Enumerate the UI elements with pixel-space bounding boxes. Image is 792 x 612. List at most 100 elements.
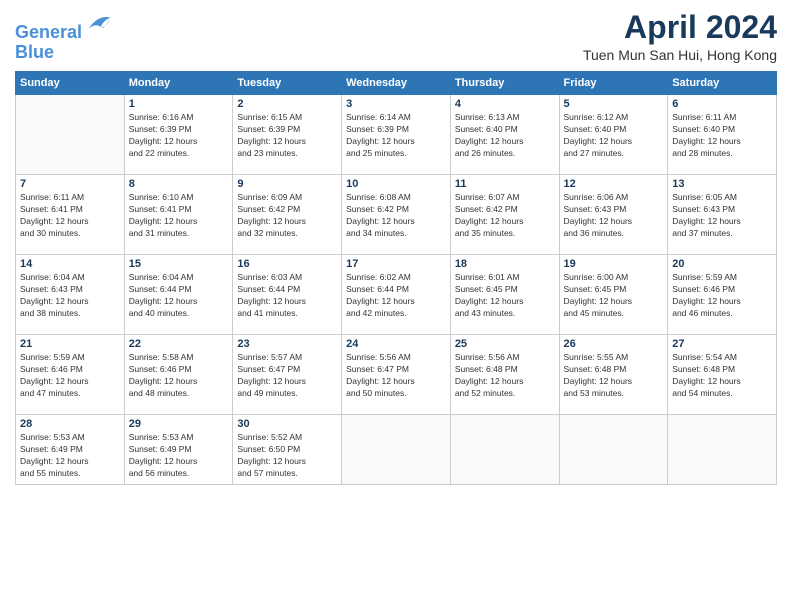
day-info: Sunrise: 6:15 AM Sunset: 6:39 PM Dayligh… xyxy=(237,112,337,160)
calendar-cell: 23 Sunrise: 5:57 AM Sunset: 6:47 PM Dayli… xyxy=(233,335,342,415)
day-number: 25 xyxy=(455,338,555,350)
day-info: Sunrise: 6:03 AM Sunset: 6:44 PM Dayligh… xyxy=(237,272,337,320)
calendar-cell xyxy=(342,415,451,485)
calendar-cell: 2 Sunrise: 6:15 AM Sunset: 6:39 PM Daylig… xyxy=(233,95,342,175)
day-number: 29 xyxy=(129,418,229,430)
calendar-cell: 27 Sunrise: 5:54 AM Sunset: 6:48 PM Dayli… xyxy=(668,335,777,415)
logo: General Blue xyxy=(15,10,112,63)
header-friday: Friday xyxy=(559,72,668,95)
day-number: 23 xyxy=(237,338,337,350)
day-info: Sunrise: 5:56 AM Sunset: 6:48 PM Dayligh… xyxy=(455,352,555,400)
header-tuesday: Tuesday xyxy=(233,72,342,95)
calendar-cell: 18Sunrise: 6:01 AM Sunset: 6:45 PM Dayli… xyxy=(450,255,559,335)
day-number: 27 xyxy=(672,338,772,350)
day-info: Sunrise: 6:05 AM Sunset: 6:43 PM Dayligh… xyxy=(672,192,772,240)
calendar-cell: 13 Sunrise: 6:05 AM Sunset: 6:43 PM Dayli… xyxy=(668,175,777,255)
calendar-cell: 14 Sunrise: 6:04 AM Sunset: 6:43 PM Dayli… xyxy=(16,255,125,335)
day-number: 9 xyxy=(237,178,337,190)
calendar-cell: 17 Sunrise: 6:02 AM Sunset: 6:44 PM Dayli… xyxy=(342,255,451,335)
day-info: Sunrise: 6:01 AM Sunset: 6:45 PM Dayligh… xyxy=(455,272,555,320)
calendar-cell xyxy=(559,415,668,485)
calendar-cell: 28Sunrise: 5:53 AM Sunset: 6:49 PM Dayli… xyxy=(16,415,125,485)
calendar-cell: 20 Sunrise: 5:59 AM Sunset: 6:46 PM Dayli… xyxy=(668,255,777,335)
day-info: Sunrise: 6:11 AM Sunset: 6:40 PM Dayligh… xyxy=(672,112,772,160)
day-info: Sunrise: 5:57 AM Sunset: 6:47 PM Dayligh… xyxy=(237,352,337,400)
day-info: Sunrise: 6:07 AM Sunset: 6:42 PM Dayligh… xyxy=(455,192,555,240)
day-info: Sunrise: 5:56 AM Sunset: 6:47 PM Dayligh… xyxy=(346,352,446,400)
header-saturday: Saturday xyxy=(668,72,777,95)
calendar-cell xyxy=(450,415,559,485)
day-number: 1 xyxy=(129,98,229,110)
calendar-cell: 10Sunrise: 6:08 AM Sunset: 6:42 PM Dayli… xyxy=(342,175,451,255)
day-number: 3 xyxy=(346,98,446,110)
day-info: Sunrise: 6:14 AM Sunset: 6:39 PM Dayligh… xyxy=(346,112,446,160)
calendar-cell: 11 Sunrise: 6:07 AM Sunset: 6:42 PM Dayli… xyxy=(450,175,559,255)
day-info: Sunrise: 5:59 AM Sunset: 6:46 PM Dayligh… xyxy=(672,272,772,320)
calendar-cell: 25 Sunrise: 5:56 AM Sunset: 6:48 PM Dayli… xyxy=(450,335,559,415)
calendar-cell: 19 Sunrise: 6:00 AM Sunset: 6:45 PM Dayli… xyxy=(559,255,668,335)
calendar-cell: 26Sunrise: 5:55 AM Sunset: 6:48 PM Dayli… xyxy=(559,335,668,415)
header-monday: Monday xyxy=(124,72,233,95)
day-info: Sunrise: 6:02 AM Sunset: 6:44 PM Dayligh… xyxy=(346,272,446,320)
calendar-cell xyxy=(16,95,125,175)
day-number: 13 xyxy=(672,178,772,190)
calendar-cell: 30Sunrise: 5:52 AM Sunset: 6:50 PM Dayli… xyxy=(233,415,342,485)
calendar-cell: 15 Sunrise: 6:04 AM Sunset: 6:44 PM Dayli… xyxy=(124,255,233,335)
calendar-cell: 21 Sunrise: 5:59 AM Sunset: 6:46 PM Dayli… xyxy=(16,335,125,415)
day-number: 19 xyxy=(564,258,664,270)
day-info: Sunrise: 6:10 AM Sunset: 6:41 PM Dayligh… xyxy=(129,192,229,240)
location: Tuen Mun San Hui, Hong Kong xyxy=(583,47,777,63)
day-number: 7 xyxy=(20,178,120,190)
calendar-cell: 16 Sunrise: 6:03 AM Sunset: 6:44 PM Dayli… xyxy=(233,255,342,335)
day-info: Sunrise: 6:06 AM Sunset: 6:43 PM Dayligh… xyxy=(564,192,664,240)
day-info: Sunrise: 6:04 AM Sunset: 6:44 PM Dayligh… xyxy=(129,272,229,320)
day-number: 2 xyxy=(237,98,337,110)
calendar-cell: 7 Sunrise: 6:11 AM Sunset: 6:41 PM Daylig… xyxy=(16,175,125,255)
calendar-cell: 1 Sunrise: 6:16 AM Sunset: 6:39 PM Daylig… xyxy=(124,95,233,175)
day-info: Sunrise: 6:13 AM Sunset: 6:40 PM Dayligh… xyxy=(455,112,555,160)
header-wednesday: Wednesday xyxy=(342,72,451,95)
day-info: Sunrise: 6:04 AM Sunset: 6:43 PM Dayligh… xyxy=(20,272,120,320)
day-number: 5 xyxy=(564,98,664,110)
day-number: 12 xyxy=(564,178,664,190)
page: General Blue April 2024 Tuen Mun San Hui… xyxy=(0,0,792,612)
header-thursday: Thursday xyxy=(450,72,559,95)
title-block: April 2024 Tuen Mun San Hui, Hong Kong xyxy=(583,10,777,63)
day-number: 6 xyxy=(672,98,772,110)
day-number: 8 xyxy=(129,178,229,190)
calendar-cell: 24 Sunrise: 5:56 AM Sunset: 6:47 PM Dayli… xyxy=(342,335,451,415)
header: General Blue April 2024 Tuen Mun San Hui… xyxy=(15,10,777,63)
calendar-cell xyxy=(668,415,777,485)
calendar-cell: 29 Sunrise: 5:53 AM Sunset: 6:49 PM Dayli… xyxy=(124,415,233,485)
day-number: 14 xyxy=(20,258,120,270)
day-number: 15 xyxy=(129,258,229,270)
day-number: 20 xyxy=(672,258,772,270)
day-number: 17 xyxy=(346,258,446,270)
calendar-table: Sunday Monday Tuesday Wednesday Thursday… xyxy=(15,71,777,485)
day-info: Sunrise: 5:54 AM Sunset: 6:48 PM Dayligh… xyxy=(672,352,772,400)
logo-bird-icon xyxy=(84,10,112,38)
logo-text2: Blue xyxy=(15,43,112,63)
day-info: Sunrise: 5:59 AM Sunset: 6:46 PM Dayligh… xyxy=(20,352,120,400)
calendar-cell: 8 Sunrise: 6:10 AM Sunset: 6:41 PM Daylig… xyxy=(124,175,233,255)
day-info: Sunrise: 6:16 AM Sunset: 6:39 PM Dayligh… xyxy=(129,112,229,160)
day-number: 26 xyxy=(564,338,664,350)
calendar-cell: 5Sunrise: 6:12 AM Sunset: 6:40 PM Daylig… xyxy=(559,95,668,175)
day-number: 4 xyxy=(455,98,555,110)
calendar-cell: 3 Sunrise: 6:14 AM Sunset: 6:39 PM Daylig… xyxy=(342,95,451,175)
day-info: Sunrise: 5:53 AM Sunset: 6:49 PM Dayligh… xyxy=(129,432,229,480)
day-number: 10 xyxy=(346,178,446,190)
day-number: 22 xyxy=(129,338,229,350)
calendar-cell: 22Sunrise: 5:58 AM Sunset: 6:46 PM Dayli… xyxy=(124,335,233,415)
day-info: Sunrise: 5:53 AM Sunset: 6:49 PM Dayligh… xyxy=(20,432,120,480)
day-info: Sunrise: 6:00 AM Sunset: 6:45 PM Dayligh… xyxy=(564,272,664,320)
logo-text: General xyxy=(15,10,112,43)
day-number: 24 xyxy=(346,338,446,350)
header-sunday: Sunday xyxy=(16,72,125,95)
weekday-header-row: Sunday Monday Tuesday Wednesday Thursday… xyxy=(16,72,777,95)
day-number: 21 xyxy=(20,338,120,350)
month-year: April 2024 xyxy=(583,10,777,45)
day-number: 16 xyxy=(237,258,337,270)
day-info: Sunrise: 6:11 AM Sunset: 6:41 PM Dayligh… xyxy=(20,192,120,240)
day-number: 11 xyxy=(455,178,555,190)
